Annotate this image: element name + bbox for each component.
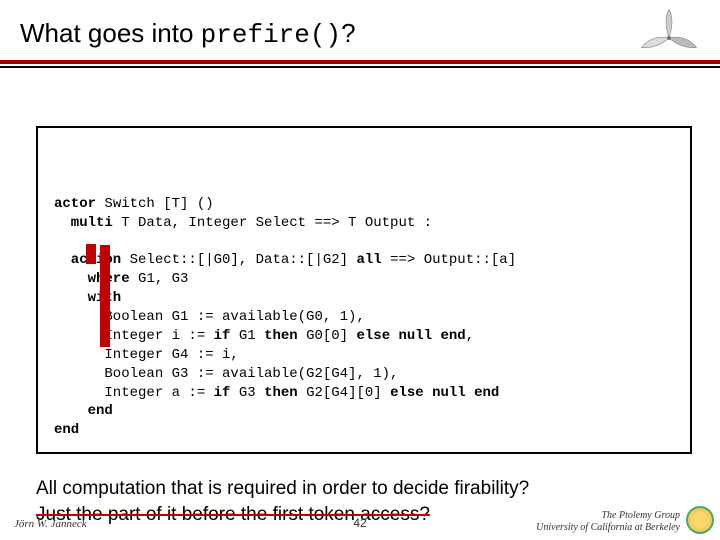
kw-end1: end [54, 403, 113, 419]
kw-where: where [54, 271, 130, 287]
title-suffix: ? [341, 18, 355, 48]
code-l4b: G1, G3 [130, 271, 189, 287]
footer-author: Jörn W. Janneck [14, 518, 87, 530]
kw-if1: if [214, 328, 231, 344]
footer-group: The Ptolemy Group [536, 510, 680, 522]
slide-header: What goes into prefire()? [0, 0, 720, 56]
uc-seal-icon [686, 506, 714, 534]
code-l10e: G2[G4][0] [298, 385, 390, 401]
kw-multi: multi [54, 215, 113, 231]
kw-else2: else null end [390, 385, 499, 401]
code-l3b: Select::[|G0], Data::[|G2] [121, 252, 356, 268]
code-l7c: G1 [230, 328, 264, 344]
caption-line1: All computation that is required in orde… [36, 476, 690, 502]
code-l7g: , [466, 328, 474, 344]
code-block: actor Switch [T] () multi T Data, Intege… [36, 126, 692, 454]
title-code: prefire() [201, 20, 341, 50]
footer-page-number: 42 [353, 516, 366, 530]
code-l10a: Integer a := [54, 385, 214, 401]
code-l1b: Switch [T] () [96, 196, 214, 212]
kw-if2: if [214, 385, 231, 401]
divider-black [0, 66, 720, 68]
title-prefix: What goes into [20, 18, 201, 48]
code-l10c: G3 [230, 385, 264, 401]
footer-university: University of California at Berkeley [536, 522, 680, 534]
footer-affiliation: The Ptolemy Group University of Californ… [536, 510, 680, 534]
kw-all: all [356, 252, 381, 268]
kw-then1: then [264, 328, 298, 344]
slide-title: What goes into prefire()? [20, 18, 700, 50]
kw-with: with [54, 290, 121, 306]
divider-red [0, 60, 720, 64]
kw-actor: actor [54, 196, 96, 212]
kw-else1: else null end [356, 328, 465, 344]
code-l7e: G0[0] [298, 328, 357, 344]
highlight-bar-small [86, 244, 96, 264]
kw-then2: then [264, 385, 298, 401]
code-l7a: Integer i := [54, 328, 214, 344]
code-l9: Boolean G3 := available(G2[G4], 1), [54, 366, 398, 382]
kw-end2: end [54, 422, 79, 438]
code-l2b: T Data, Integer Select ==> T Output : [113, 215, 432, 231]
highlight-bar [100, 245, 110, 347]
propeller-logo [634, 8, 704, 68]
code-l3d: ==> Output::[a] [382, 252, 516, 268]
code-l8: Integer G4 := i, [54, 347, 239, 363]
